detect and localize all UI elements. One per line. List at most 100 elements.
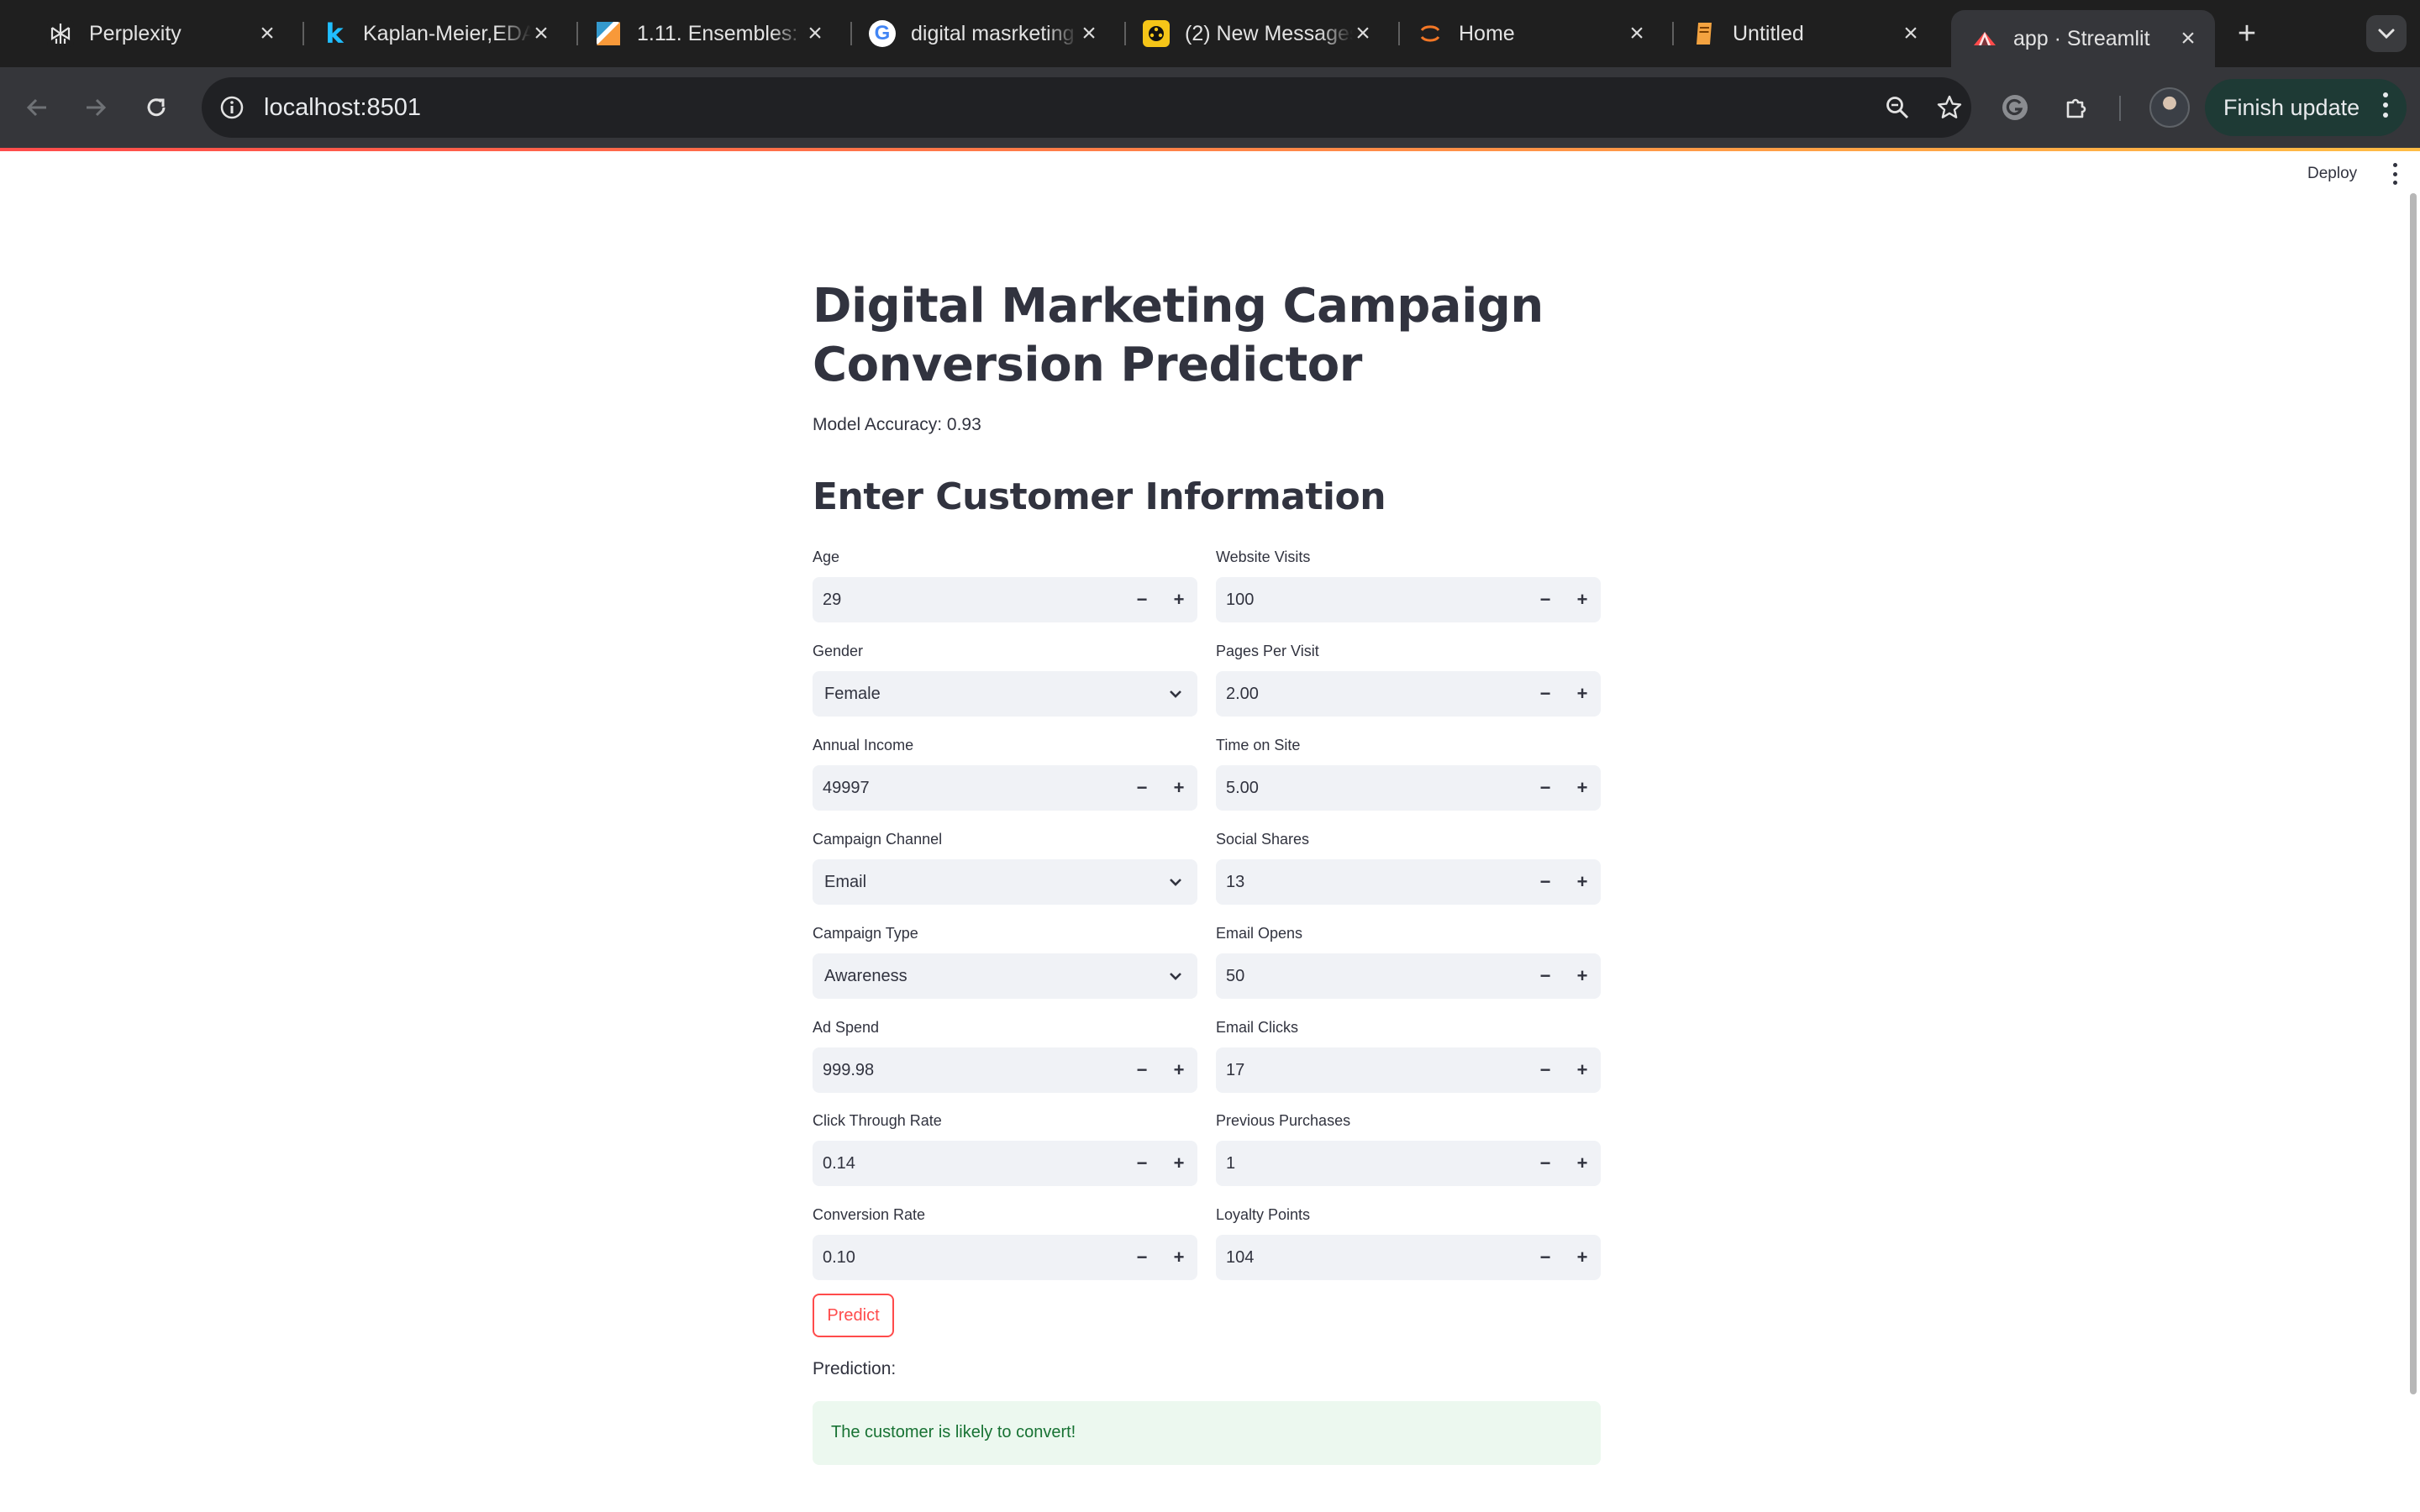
decrement-button[interactable]: − bbox=[1527, 577, 1564, 622]
finish-update-button[interactable]: Finish update bbox=[2205, 79, 2407, 136]
input-value[interactable]: 100 bbox=[1226, 589, 1254, 611]
email-clicks-input[interactable]: 17 − + bbox=[1216, 1047, 1601, 1093]
decrement-button[interactable]: − bbox=[1527, 953, 1564, 999]
tab-search-button[interactable] bbox=[2366, 15, 2407, 52]
increment-button[interactable]: + bbox=[1564, 577, 1601, 622]
email-opens-input[interactable]: 50 − + bbox=[1216, 953, 1601, 999]
increment-button[interactable]: + bbox=[1160, 1047, 1197, 1093]
input-value[interactable]: 1 bbox=[1226, 1152, 1235, 1174]
campaign-type-select[interactable]: Awareness bbox=[813, 953, 1197, 999]
gender-select[interactable]: Female bbox=[813, 671, 1197, 717]
input-value[interactable]: 999.98 bbox=[823, 1059, 874, 1081]
input-value[interactable]: 2.00 bbox=[1226, 683, 1259, 705]
tab-untitled[interactable]: Untitled × bbox=[1691, 12, 1926, 55]
close-icon[interactable]: × bbox=[526, 18, 556, 49]
input-value[interactable]: 0.14 bbox=[823, 1152, 855, 1174]
decrement-button[interactable]: − bbox=[1527, 1235, 1564, 1280]
increment-button[interactable]: + bbox=[1160, 1141, 1197, 1186]
website-visits-input[interactable]: 100 − + bbox=[1216, 577, 1601, 622]
main-menu-icon[interactable] bbox=[2386, 163, 2403, 185]
input-value[interactable]: 5.00 bbox=[1226, 777, 1259, 799]
decrement-button[interactable]: − bbox=[1527, 859, 1564, 905]
tab-separator bbox=[1124, 22, 1126, 45]
predict-button[interactable]: Predict bbox=[813, 1294, 894, 1337]
increment-button[interactable]: + bbox=[1160, 1235, 1197, 1280]
tab-google[interactable]: G digital masrketing × bbox=[869, 12, 1104, 55]
decrement-button[interactable]: − bbox=[1123, 1047, 1160, 1093]
close-icon[interactable]: × bbox=[1348, 18, 1378, 49]
increment-button[interactable]: + bbox=[1564, 1235, 1601, 1280]
increment-button[interactable]: + bbox=[1564, 859, 1601, 905]
close-icon[interactable]: × bbox=[1896, 18, 1926, 49]
decrement-button[interactable]: − bbox=[1123, 1235, 1160, 1280]
close-icon[interactable]: × bbox=[252, 18, 282, 49]
site-info-button[interactable] bbox=[213, 89, 250, 126]
increment-button[interactable]: + bbox=[1564, 671, 1601, 717]
loyalty-points-input[interactable]: 104 − + bbox=[1216, 1235, 1601, 1280]
close-icon[interactable]: × bbox=[2173, 24, 2203, 54]
tab-title: Untitled bbox=[1733, 21, 1804, 45]
increment-button[interactable]: + bbox=[1160, 577, 1197, 622]
input-value[interactable]: 49997 bbox=[823, 777, 870, 799]
input-value[interactable]: 17 bbox=[1226, 1059, 1244, 1081]
campaign-channel-select[interactable]: Email bbox=[813, 859, 1197, 905]
decrement-button[interactable]: − bbox=[1123, 577, 1160, 622]
ad-spend-field: Ad Spend 999.98 − + bbox=[813, 1017, 1197, 1093]
increment-button[interactable]: + bbox=[1564, 765, 1601, 811]
time-on-site-input[interactable]: 5.00 − + bbox=[1216, 765, 1601, 811]
input-value[interactable]: 29 bbox=[823, 589, 841, 611]
increment-button[interactable]: + bbox=[1564, 1141, 1601, 1186]
input-value[interactable]: 50 bbox=[1226, 965, 1244, 987]
pages-per-visit-input[interactable]: 2.00 − + bbox=[1216, 671, 1601, 717]
tab-kaggle[interactable]: k Kaplan-Meier,EDA × bbox=[321, 12, 556, 55]
tab-perplexity[interactable]: Perplexity × bbox=[47, 12, 282, 55]
profile-avatar[interactable] bbox=[2149, 87, 2190, 128]
decrement-button[interactable]: − bbox=[1527, 1047, 1564, 1093]
decrement-button[interactable]: − bbox=[1527, 671, 1564, 717]
more-vert-icon[interactable] bbox=[2383, 92, 2390, 123]
back-button[interactable] bbox=[18, 89, 55, 126]
chevron-down-icon[interactable] bbox=[1165, 966, 1186, 986]
close-icon[interactable]: × bbox=[1074, 18, 1104, 49]
input-value[interactable]: 0.10 bbox=[823, 1247, 855, 1268]
tab-title: Perplexity bbox=[89, 21, 182, 45]
tab-streamlit-app[interactable]: app · Streamlit × bbox=[1951, 10, 2215, 67]
reload-button[interactable] bbox=[138, 89, 175, 126]
increment-button[interactable]: + bbox=[1564, 1047, 1601, 1093]
bookmark-button[interactable] bbox=[1931, 89, 1968, 126]
decrement-button[interactable]: − bbox=[1527, 1141, 1564, 1186]
tab-sklearn[interactable]: 1.11. Ensembles: Gradient × bbox=[595, 12, 830, 55]
annual-income-input[interactable]: 49997 − + bbox=[813, 765, 1197, 811]
click-through-rate-input[interactable]: 0.14 − + bbox=[813, 1141, 1197, 1186]
extensions-button[interactable] bbox=[2059, 89, 2096, 126]
chevron-down-icon[interactable] bbox=[1165, 872, 1186, 892]
annual-income-field: Annual Income 49997 − + bbox=[813, 735, 1197, 811]
ad-spend-input[interactable]: 999.98 − + bbox=[813, 1047, 1197, 1093]
grammarly-icon[interactable] bbox=[1996, 89, 2033, 126]
tab-messages[interactable]: (2) New Messages × bbox=[1143, 12, 1378, 55]
decrement-button[interactable]: − bbox=[1527, 765, 1564, 811]
chevron-down-icon[interactable] bbox=[1165, 684, 1186, 704]
input-value[interactable]: 13 bbox=[1226, 871, 1244, 893]
tab-title: (2) New Messages bbox=[1185, 21, 1353, 45]
social-shares-input[interactable]: 13 − + bbox=[1216, 859, 1601, 905]
close-icon[interactable]: × bbox=[800, 18, 830, 49]
new-tab-button[interactable]: + bbox=[2230, 16, 2264, 51]
tab-jupyter-home[interactable]: Home × bbox=[1417, 12, 1652, 55]
age-input[interactable]: 29 − + bbox=[813, 577, 1197, 622]
address-bar[interactable]: localhost:8501 bbox=[202, 77, 1971, 138]
url-text[interactable]: localhost:8501 bbox=[264, 94, 421, 122]
increment-button[interactable]: + bbox=[1564, 953, 1601, 999]
forward-button[interactable] bbox=[77, 89, 114, 126]
deploy-button[interactable]: Deploy bbox=[2307, 158, 2357, 190]
decrement-button[interactable]: − bbox=[1123, 765, 1160, 811]
decrement-button[interactable]: − bbox=[1123, 1141, 1160, 1186]
close-icon[interactable]: × bbox=[1622, 18, 1652, 49]
previous-purchases-input[interactable]: 1 − + bbox=[1216, 1141, 1601, 1186]
tab-title: app · Streamlit bbox=[2013, 26, 2150, 50]
zoom-button[interactable] bbox=[1879, 89, 1916, 126]
scrollbar-thumb[interactable] bbox=[2410, 193, 2417, 1394]
increment-button[interactable]: + bbox=[1160, 765, 1197, 811]
conversion-rate-input[interactable]: 0.10 − + bbox=[813, 1235, 1197, 1280]
input-value[interactable]: 104 bbox=[1226, 1247, 1254, 1268]
